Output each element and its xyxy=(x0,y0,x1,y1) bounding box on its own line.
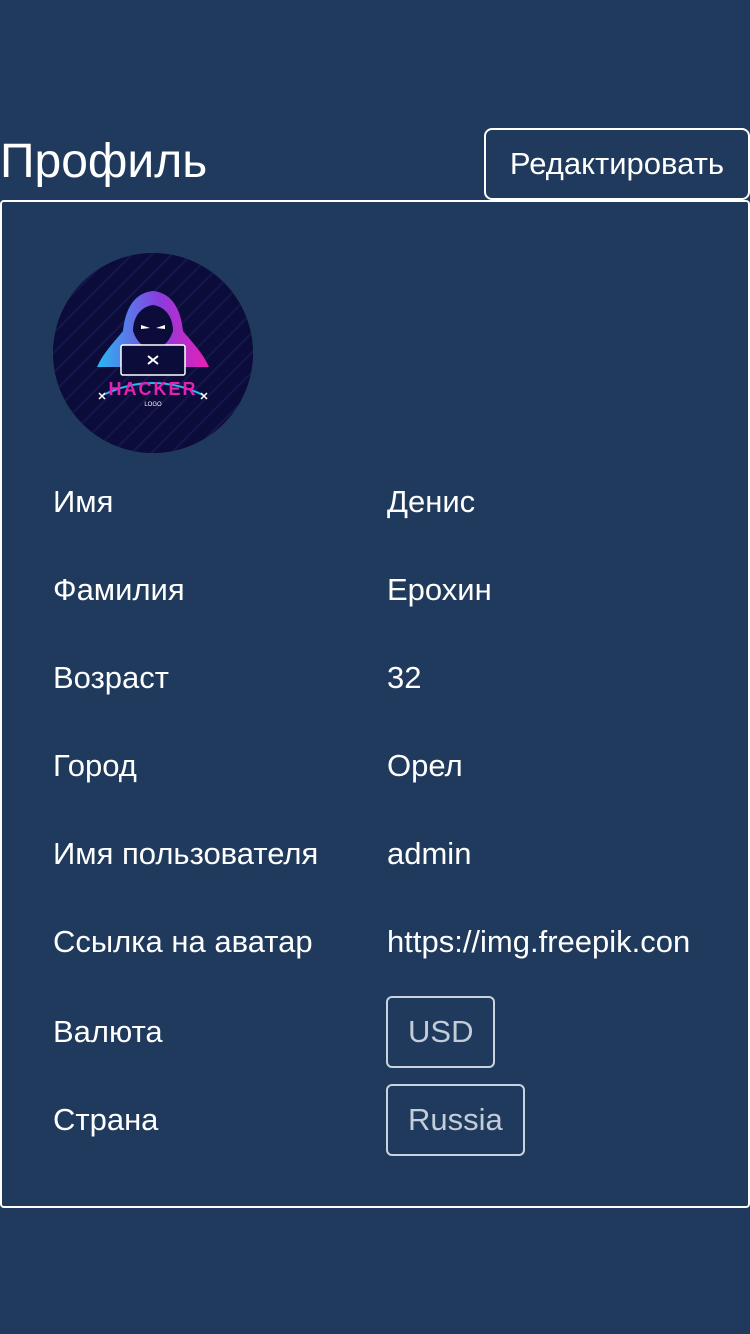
field-row-username: Имя пользователя admin xyxy=(53,818,743,890)
field-label: Возраст xyxy=(53,660,169,695)
field-row-currency: Валюта USD xyxy=(53,996,743,1068)
field-row-first-name: Имя Денис xyxy=(53,466,743,538)
field-label: Ссылка на аватар xyxy=(53,924,313,959)
field-row-country: Страна Russia xyxy=(53,1084,743,1156)
currency-select[interactable]: USD xyxy=(386,996,496,1068)
field-value: Денис xyxy=(387,484,476,519)
field-label: Имя пользователя xyxy=(53,836,319,871)
avatar: HACKER LOGO xyxy=(53,253,253,453)
field-value: https://img.freepik.con xyxy=(387,924,691,959)
currency-label: Валюта xyxy=(53,1014,163,1049)
field-label: Имя xyxy=(53,484,114,519)
field-row-avatar-url: Ссылка на аватар https://img.freepik.con xyxy=(53,906,743,978)
field-value: Орел xyxy=(387,748,463,783)
edit-button[interactable]: Редактировать xyxy=(484,128,750,200)
country-select[interactable]: Russia xyxy=(386,1084,525,1156)
country-label: Страна xyxy=(53,1102,159,1137)
field-label: Фамилия xyxy=(53,572,185,607)
field-row-city: Город Орел xyxy=(53,730,743,802)
logo-subtext: LOGO xyxy=(144,402,162,408)
page-title: Профиль xyxy=(0,135,208,188)
field-label: Город xyxy=(53,748,137,783)
field-value: admin xyxy=(387,836,472,871)
profile-page: Профиль Редактировать HACKER LOGO Имя Де… xyxy=(0,0,750,1334)
field-value: 32 xyxy=(387,660,422,695)
logo-text: HACKER xyxy=(108,379,197,399)
field-row-last-name: Фамилия Ерохин xyxy=(53,554,743,626)
field-row-age: Возраст 32 xyxy=(53,642,743,714)
hacker-logo-icon: HACKER LOGO xyxy=(53,253,253,453)
field-value: Ерохин xyxy=(387,572,492,607)
profile-card: HACKER LOGO Имя Денис Фамилия Ерохин Воз… xyxy=(0,200,750,1208)
